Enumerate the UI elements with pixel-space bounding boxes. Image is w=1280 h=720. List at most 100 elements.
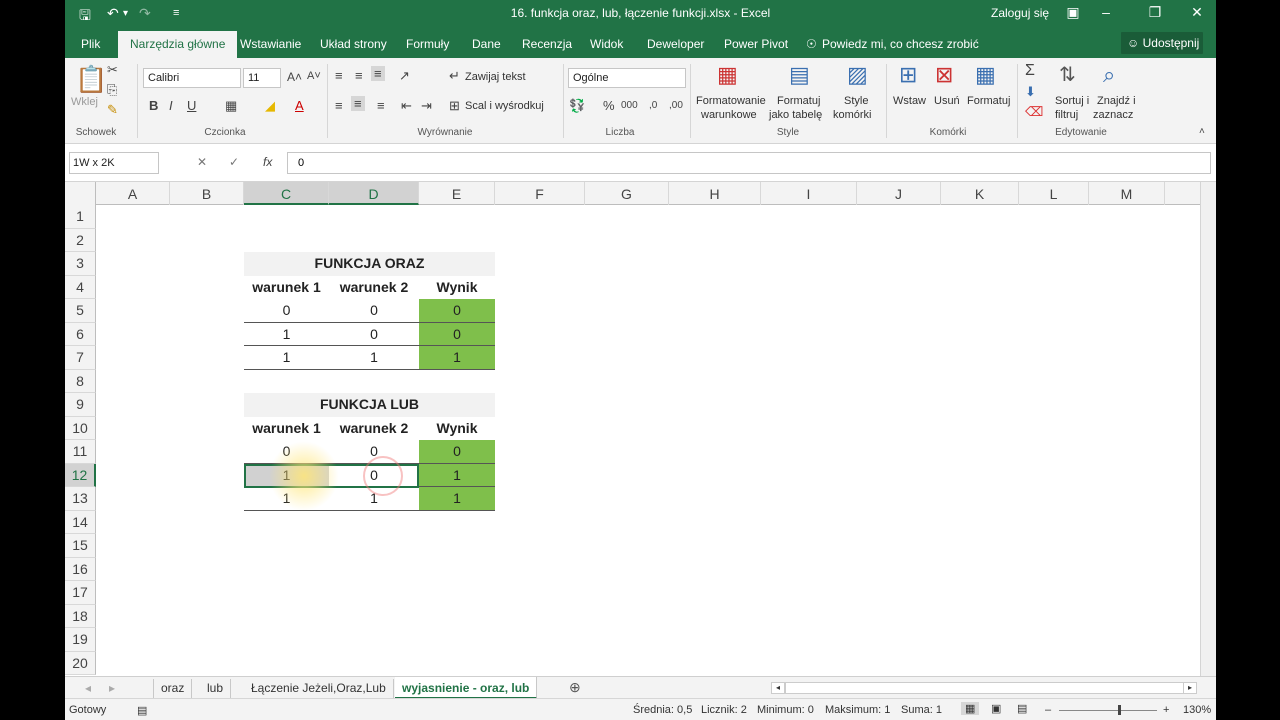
column-header-a[interactable]: A — [96, 182, 170, 205]
row-header-13[interactable]: 13 — [65, 487, 96, 511]
increase-decimal-icon[interactable]: ,0 — [649, 100, 657, 111]
formula-input[interactable]: 0 — [287, 152, 1211, 174]
merge-center-icon[interactable]: ⊞ — [449, 98, 460, 114]
tab-home[interactable]: Narzędzia główne — [118, 31, 238, 58]
insert-function-icon[interactable]: fx — [263, 155, 272, 169]
condition-cell[interactable]: 1 — [244, 487, 329, 511]
column-header-i[interactable]: I — [761, 182, 857, 205]
row-header-1[interactable]: 1 — [65, 205, 96, 229]
tab-file[interactable]: Plik — [81, 37, 100, 51]
tab-review[interactable]: Recenzja — [522, 37, 572, 51]
conditional-format-label-2[interactable]: warunkowe — [701, 109, 757, 121]
sign-in-link[interactable]: Zaloguj się — [991, 6, 1049, 20]
cancel-icon[interactable]: ✕ — [197, 155, 207, 169]
find-select-label-1[interactable]: Znajdź i — [1097, 95, 1136, 107]
currency-icon[interactable]: 💱 — [569, 98, 585, 114]
conditional-format-icon[interactable]: ▦ — [717, 62, 738, 88]
close-button[interactable]: ✕ — [1182, 4, 1212, 21]
find-select-icon[interactable]: ⌕ — [1103, 62, 1115, 88]
column-header-e[interactable]: E — [419, 182, 495, 205]
bold-icon[interactable]: B — [149, 98, 158, 113]
autosum-icon[interactable]: Σ — [1025, 62, 1035, 80]
name-box[interactable]: 1W x 2K — [69, 152, 159, 174]
font-size-select[interactable]: 11 — [243, 68, 281, 88]
format-as-table-icon[interactable]: ▤ — [789, 62, 810, 88]
format-cells-icon[interactable]: ▦ — [975, 62, 996, 88]
collapse-ribbon-icon[interactable]: ˄ — [1199, 126, 1205, 137]
fill-color-icon[interactable]: ◢ — [265, 98, 275, 114]
delete-cells-label[interactable]: Usuń — [934, 95, 960, 107]
delete-cells-icon[interactable]: ⊠ — [935, 62, 953, 88]
condition-cell[interactable]: 0 — [244, 440, 329, 464]
decrease-indent-icon[interactable]: ⇤ — [401, 98, 412, 114]
tab-developer[interactable]: Deweloper — [647, 37, 704, 51]
fill-icon[interactable]: ⬇ — [1025, 84, 1036, 100]
column-header-k[interactable]: K — [941, 182, 1019, 205]
condition-cell[interactable]: 1 — [244, 346, 329, 370]
column-header-m[interactable]: M — [1089, 182, 1165, 205]
zoom-slider[interactable] — [1059, 710, 1157, 711]
worksheet-grid[interactable]: ABCDEFGHIJKLM 1 2 3 4 5 6 7 8 9 10 11 12 13 14 15 16 17 1… — [65, 182, 1200, 676]
clear-icon[interactable]: ⌫ — [1025, 104, 1043, 120]
find-select-label-2[interactable]: zaznacz — [1093, 109, 1133, 121]
row-header-17[interactable]: 17 — [65, 581, 96, 605]
borders-icon[interactable]: ▦ — [225, 98, 237, 114]
align-bottom-icon[interactable]: ≡ — [371, 66, 385, 81]
row-header-15[interactable]: 15 — [65, 534, 96, 558]
add-sheet-icon[interactable]: ⊕ — [569, 679, 581, 696]
row-header-9[interactable]: 9 — [65, 393, 96, 417]
cell-styles-icon[interactable]: ▨ — [847, 62, 868, 88]
sort-filter-label-2[interactable]: filtruj — [1055, 109, 1078, 121]
table-header[interactable]: warunek 1 — [244, 276, 329, 300]
normal-view-icon[interactable]: ▦ — [961, 702, 980, 715]
zoom-in-icon[interactable]: + — [1163, 704, 1169, 716]
paste-icon[interactable]: 📋 — [75, 64, 107, 95]
row-header-19[interactable]: 19 — [65, 628, 96, 652]
condition-cell[interactable]: 0 — [244, 299, 329, 323]
zoom-out-icon[interactable]: – — [1045, 704, 1051, 716]
format-cells-label[interactable]: Formatuj — [967, 95, 1010, 107]
macro-record-icon[interactable]: ▤ — [137, 704, 147, 717]
result-cell[interactable]: 1 — [419, 463, 495, 487]
column-header-l[interactable]: L — [1019, 182, 1089, 205]
result-cell[interactable]: 1 — [419, 346, 495, 370]
align-top-icon[interactable]: ≡ — [335, 68, 343, 83]
merge-center-label[interactable]: Scal i wyśrodkuj — [465, 100, 544, 112]
condition-cell[interactable]: 0 — [329, 323, 419, 346]
orientation-icon[interactable]: ↗ — [399, 68, 410, 84]
row-header-20[interactable]: 20 — [65, 651, 96, 675]
hscroll-right-icon[interactable]: ▸ — [1183, 682, 1197, 694]
sheet-tab-wyjasnienie[interactable]: wyjasnienie - oraz, lub — [395, 677, 538, 699]
cell-styles-label-1[interactable]: Style — [844, 95, 868, 107]
wrap-text-label[interactable]: Zawijaj tekst — [465, 71, 526, 83]
format-as-table-label-1[interactable]: Formatuj — [777, 95, 820, 107]
page-layout-view-icon[interactable]: ▣ — [991, 702, 1001, 715]
zoom-slider-thumb[interactable] — [1118, 705, 1121, 715]
condition-cell[interactable]: 0 — [329, 464, 419, 487]
condition-cell[interactable]: 1 — [329, 346, 419, 370]
row-header-16[interactable]: 16 — [65, 557, 96, 581]
minimize-button[interactable]: – — [1091, 4, 1121, 20]
row-header-11[interactable]: 11 — [65, 440, 96, 464]
table-header[interactable]: warunek 1 — [244, 417, 329, 441]
condition-cell[interactable]: 0 — [329, 440, 419, 464]
row-header-12[interactable]: 12 — [65, 463, 96, 487]
column-header-c[interactable]: C — [244, 182, 329, 205]
sheet-tab-oraz[interactable]: oraz — [153, 679, 193, 698]
decrease-decimal-icon[interactable]: ,00 — [669, 100, 683, 111]
select-all-corner[interactable] — [65, 182, 96, 205]
row-header-2[interactable]: 2 — [65, 228, 96, 252]
copy-icon[interactable]: ⎘ — [107, 82, 117, 98]
italic-icon[interactable]: I — [169, 98, 173, 113]
insert-cells-label[interactable]: Wstaw — [893, 95, 926, 107]
underline-icon[interactable]: U — [187, 98, 196, 113]
prev-sheet-icon[interactable]: ◂ — [85, 681, 91, 695]
table-title[interactable]: FUNKCJA ORAZ — [244, 252, 495, 276]
format-painter-icon[interactable]: ✎ — [107, 102, 118, 118]
align-center-icon[interactable]: ≡ — [351, 96, 365, 111]
column-header-j[interactable]: J — [857, 182, 941, 205]
hscroll-left-icon[interactable]: ◂ — [771, 682, 785, 694]
zoom-level[interactable]: 130% — [1183, 704, 1211, 716]
tab-page-layout[interactable]: Układ strony — [320, 37, 387, 51]
font-color-icon[interactable]: A — [295, 98, 304, 113]
